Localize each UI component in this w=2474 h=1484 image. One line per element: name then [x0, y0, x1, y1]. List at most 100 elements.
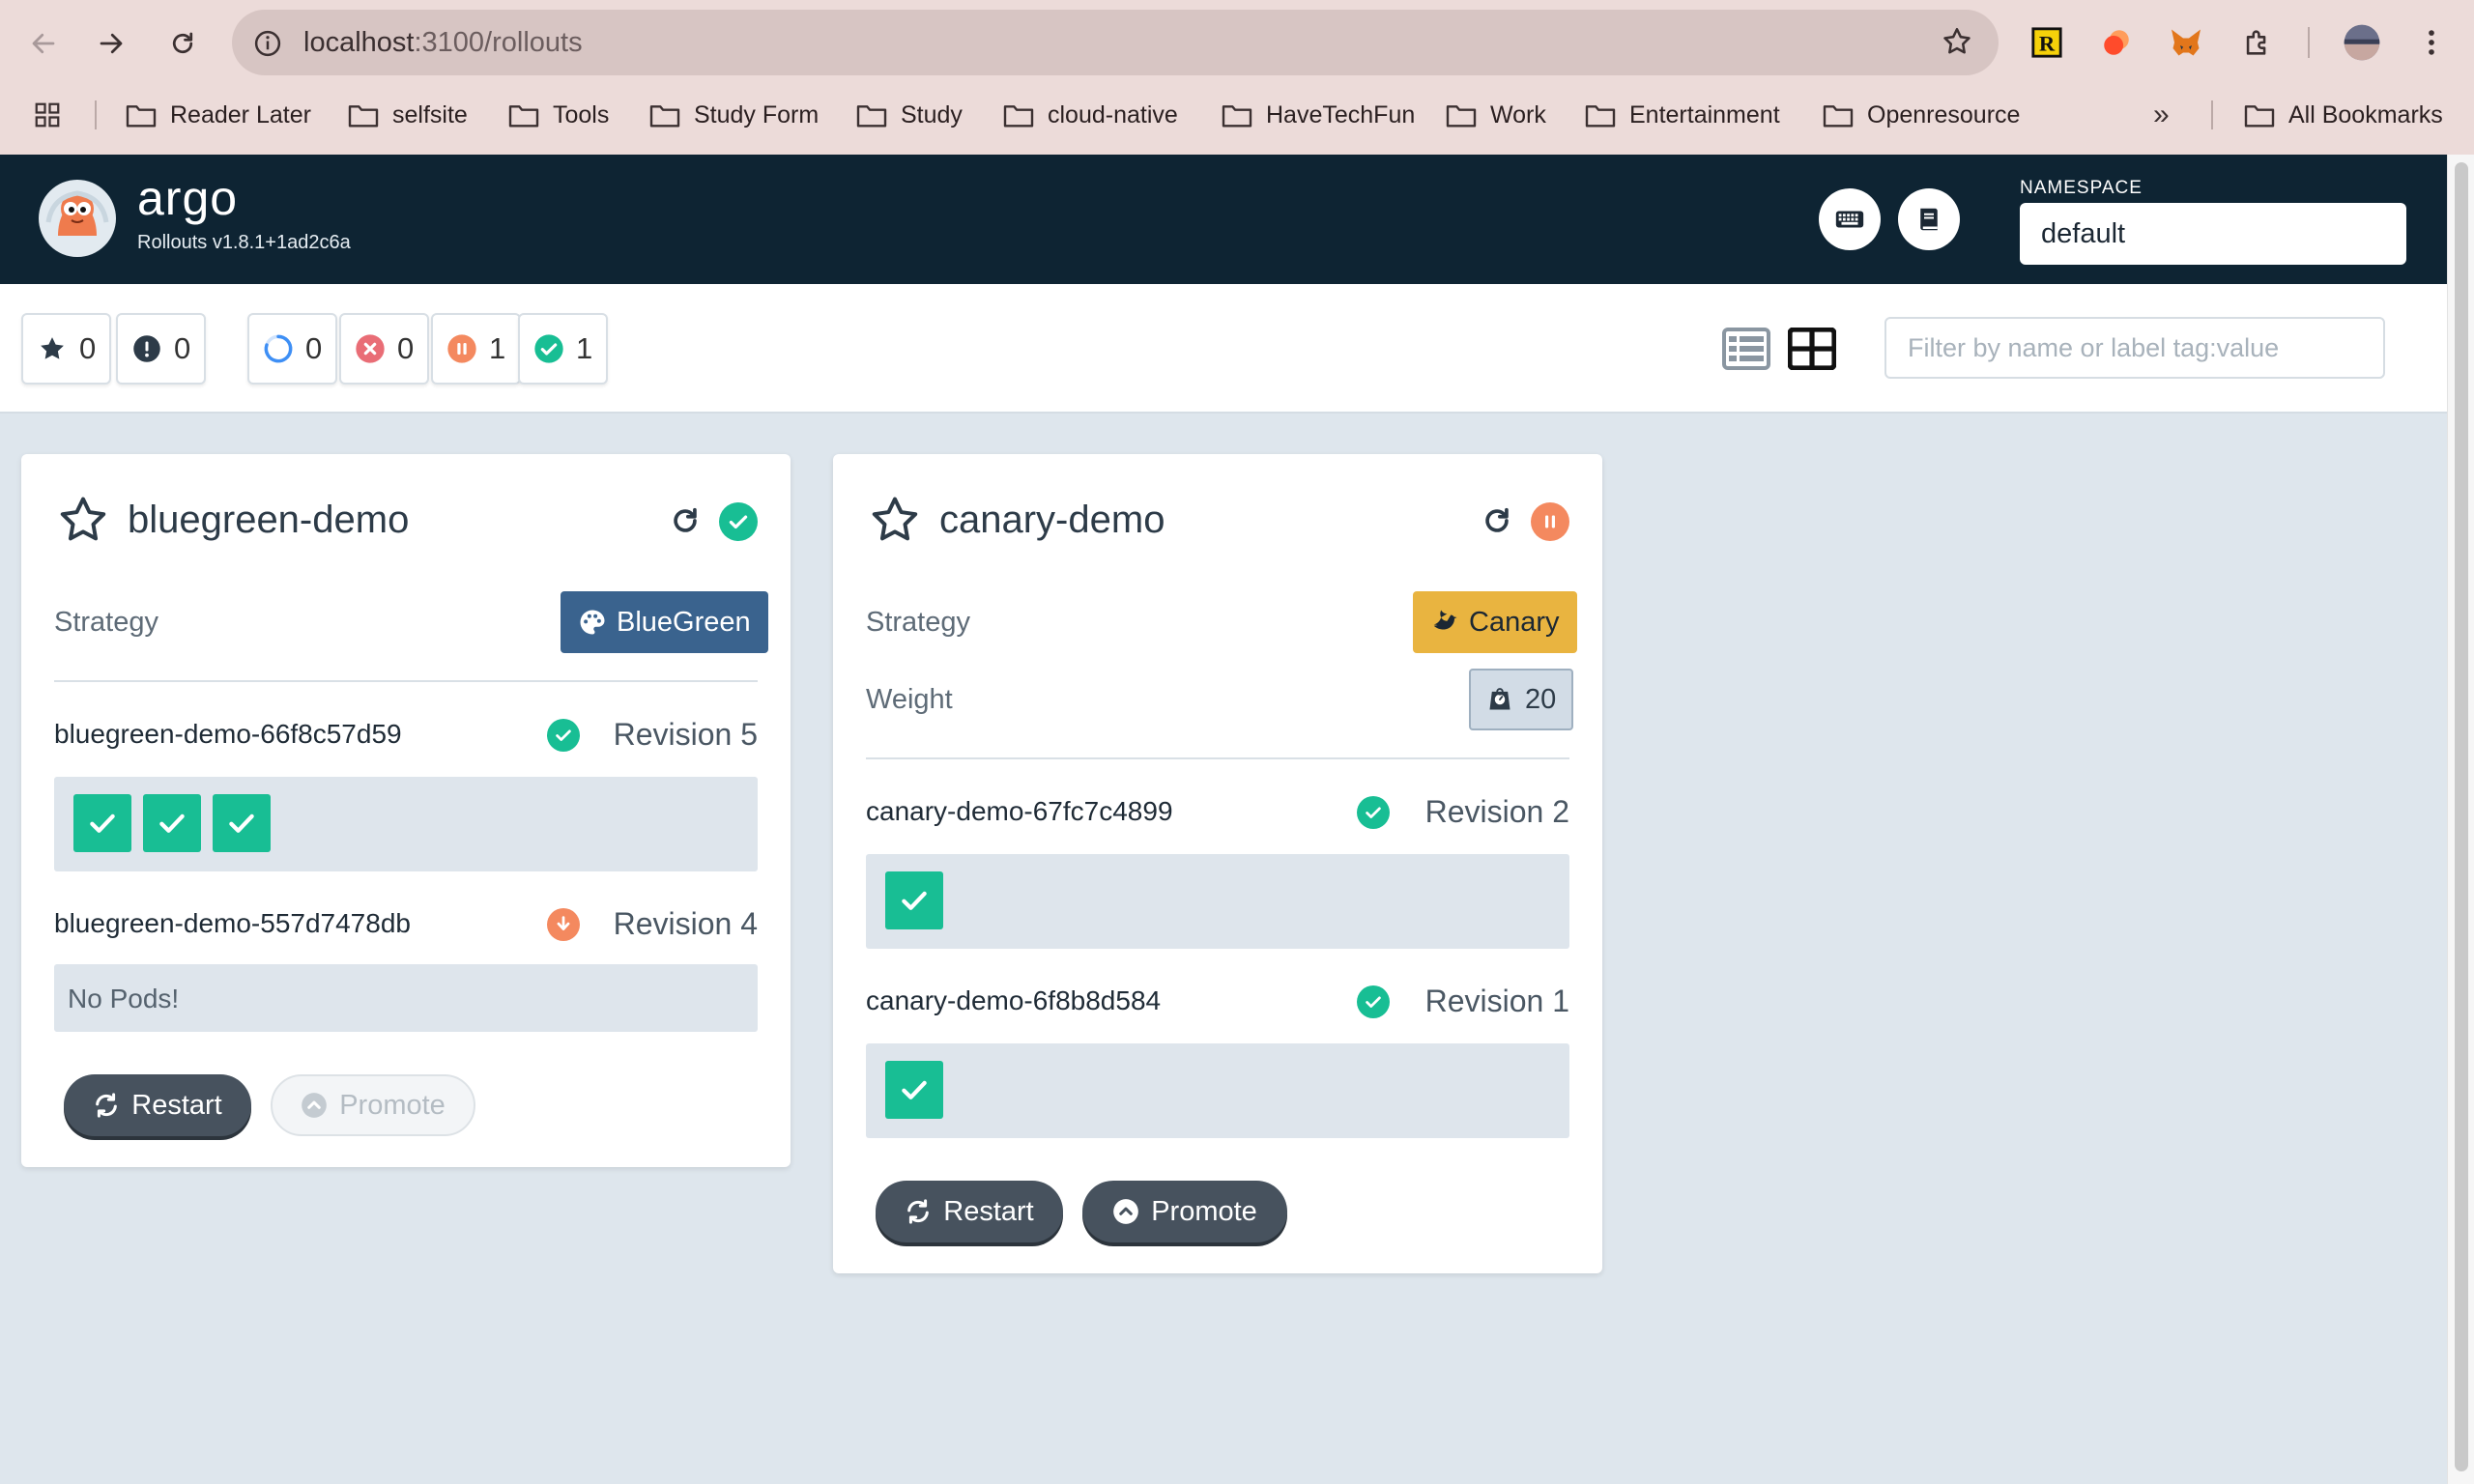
bookmark-item[interactable]: Entertainment	[1585, 99, 1780, 131]
bookmarks-divider	[2211, 100, 2213, 129]
promote-button[interactable]: Promote	[1082, 1181, 1287, 1242]
rollout-card-bluegreen-demo[interactable]: bluegreen-demo Strategy BlueGreen bluegr…	[21, 454, 791, 1167]
dove-icon	[1433, 610, 1457, 630]
pod-healthy[interactable]	[885, 1061, 943, 1119]
check-circle-icon	[533, 333, 564, 364]
bookmark-item[interactable]: Tools	[508, 99, 609, 131]
restart-button[interactable]: Restart	[876, 1181, 1063, 1242]
reload-icon	[172, 32, 193, 54]
strategy-label: Strategy	[54, 607, 158, 638]
replicaset-revision: Revision 2	[1424, 794, 1569, 829]
status-paused-icon	[1531, 502, 1569, 541]
browser-menu-icon[interactable]	[2412, 23, 2451, 62]
bookmark-label: Study Form	[694, 100, 820, 128]
bookmarks-divider	[95, 100, 97, 129]
argo-logo-icon[interactable]	[39, 180, 116, 257]
browser-chrome: localhost:3100/rollouts R Reader Later se…	[0, 0, 2474, 155]
grid-view-button[interactable]	[1788, 325, 1836, 373]
bookmark-label: Tools	[553, 100, 610, 128]
healthy-filter[interactable]: 1	[518, 313, 609, 385]
all-bookmarks-button[interactable]: All Bookmarks	[2244, 99, 2443, 131]
grid-view-icon	[1788, 328, 1836, 370]
replicaset-revision: Revision 1	[1424, 984, 1569, 1018]
weight-label: Weight	[866, 684, 953, 715]
bookmark-item[interactable]: cloud-native	[1003, 99, 1178, 131]
pod-healthy[interactable]	[73, 794, 131, 852]
bookmark-item[interactable]: Openresource	[1823, 99, 2020, 131]
namespace-input[interactable]	[2020, 203, 2406, 265]
bookmark-item[interactable]: Reader Later	[126, 99, 311, 131]
address-bar[interactable]: localhost:3100/rollouts	[232, 10, 1999, 75]
profile-avatar-icon[interactable]	[2343, 23, 2381, 62]
folder-icon	[508, 105, 539, 128]
list-view-button[interactable]	[1722, 325, 1770, 373]
site-info-icon	[254, 30, 281, 57]
rollout-name: bluegreen-demo	[128, 499, 410, 541]
folder-icon	[1823, 105, 1854, 128]
arrow-left-icon	[32, 33, 55, 54]
extension-flame-icon[interactable]	[2097, 23, 2136, 62]
check-icon	[90, 813, 115, 833]
documentation-button[interactable]	[1898, 188, 1960, 250]
replicaset-name: canary-demo-6f8b8d584	[866, 985, 1162, 1015]
back-button[interactable]	[19, 19, 68, 68]
page-scrollbar[interactable]	[2447, 155, 2474, 1484]
extensions-puzzle-icon[interactable]	[2238, 23, 2277, 62]
pods-container	[866, 854, 1569, 949]
bookmark-item[interactable]: Study Form	[649, 99, 819, 131]
card-divider	[54, 680, 758, 682]
pod-healthy[interactable]	[143, 794, 201, 852]
sync-icon	[905, 1198, 932, 1225]
pod-healthy[interactable]	[885, 871, 943, 929]
bookmark-star-icon[interactable]	[1941, 25, 1973, 58]
star-outline-icon[interactable]	[868, 493, 922, 547]
filter-input[interactable]	[1884, 317, 2385, 379]
bookmark-label: Work	[1490, 100, 1546, 128]
folder-icon	[1222, 105, 1252, 128]
keyboard-shortcuts-button[interactable]	[1819, 188, 1881, 250]
reload-button[interactable]	[158, 19, 207, 68]
bookmark-label: Openresource	[1867, 100, 2021, 128]
progressing-filter[interactable]: 0	[247, 313, 338, 385]
sync-icon	[93, 1092, 120, 1119]
degraded-filter[interactable]: 0	[339, 313, 430, 385]
extension-fox-icon[interactable]	[2167, 23, 2205, 62]
arrow-right-icon	[100, 33, 123, 54]
svg-text:R: R	[2039, 32, 2056, 56]
paused-filter[interactable]: 1	[431, 313, 522, 385]
card-divider	[866, 757, 1569, 759]
toolbar-divider	[2308, 27, 2310, 58]
bookmark-item[interactable]: selfsite	[348, 99, 468, 131]
book-icon	[1920, 208, 1938, 231]
rollout-card-canary-demo[interactable]: canary-demo Strategy Canary Weight 20 ca…	[833, 454, 1602, 1273]
bookmark-label: selfsite	[392, 100, 468, 128]
star-outline-icon[interactable]	[56, 493, 110, 547]
promote-button[interactable]: Promote	[271, 1074, 475, 1136]
forward-button[interactable]	[87, 19, 135, 68]
scrollbar-thumb[interactable]	[2455, 162, 2468, 1471]
bookmark-item[interactable]: HaveTechFun	[1222, 99, 1415, 131]
refresh-icon[interactable]	[1481, 504, 1513, 537]
bookmark-item[interactable]: Work	[1446, 99, 1546, 131]
bookmark-item[interactable]: Study	[856, 99, 963, 131]
more-bookmarks-button[interactable]: »	[2153, 99, 2170, 131]
apps-grid-icon[interactable]	[33, 99, 75, 131]
restart-button[interactable]: Restart	[64, 1074, 251, 1136]
bookmark-label: HaveTechFun	[1266, 100, 1416, 128]
favorites-filter[interactable]: 0	[21, 313, 112, 385]
replicaset-revision: Revision 4	[613, 906, 758, 941]
check-icon	[902, 1080, 927, 1099]
folder-icon	[126, 105, 157, 128]
url-text[interactable]: localhost:3100/rollouts	[303, 27, 583, 59]
strategy-label: Strategy	[866, 607, 970, 638]
replicaset-name: canary-demo-67fc7c4899	[866, 796, 1173, 826]
refresh-icon[interactable]	[669, 504, 702, 537]
pod-healthy[interactable]	[213, 794, 271, 852]
bookmark-label: cloud-native	[1048, 100, 1178, 128]
strategy-badge: BlueGreen	[561, 591, 768, 653]
replicaset-name: bluegreen-demo-557d7478db	[54, 908, 411, 938]
warnings-filter[interactable]: 0	[116, 313, 207, 385]
spinner-icon	[263, 333, 294, 364]
extension-reader-icon[interactable]: R	[2028, 23, 2066, 62]
folder-icon	[1585, 105, 1616, 128]
